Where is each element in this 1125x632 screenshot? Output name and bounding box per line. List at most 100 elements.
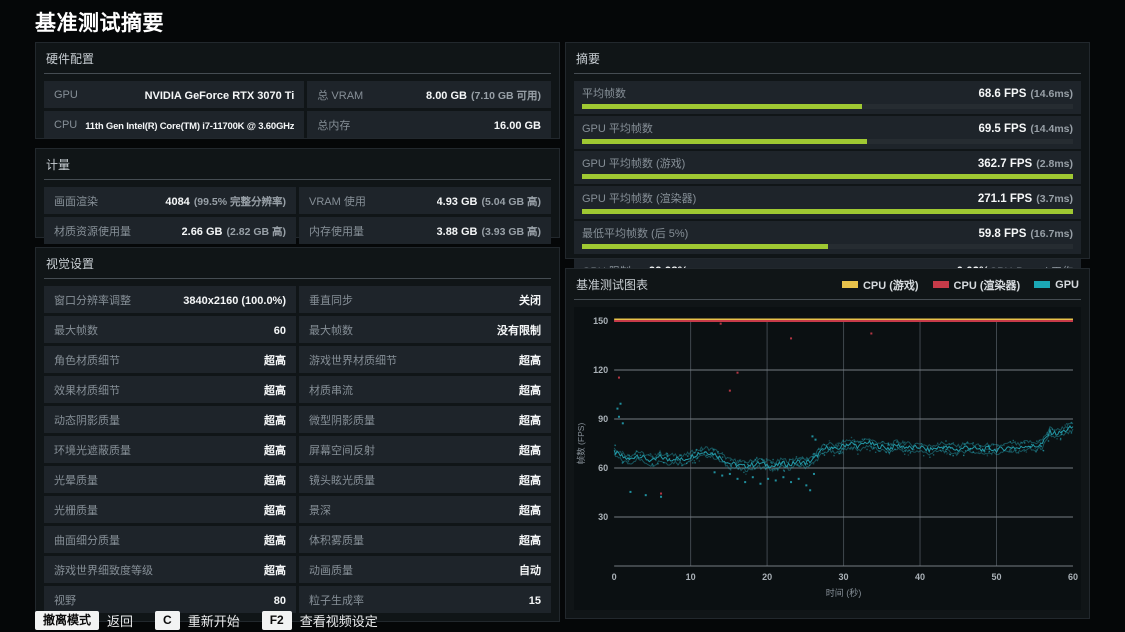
- svg-text:10: 10: [686, 572, 696, 582]
- setting-label: 内存使用量: [309, 225, 364, 238]
- legend-label: CPU (游戏): [862, 279, 919, 292]
- setting-value: 超高: [519, 414, 541, 427]
- summary-bar-fill: [582, 174, 1073, 179]
- metrics-panel: 计量 画面渲染 4084 (99.5% 完整分辨率) VRAM 使用 4.93 GB (5…: [35, 148, 560, 244]
- setting-value: NVIDIA GeForce RTX 3070 Ti: [144, 89, 295, 102]
- setting-cell: 窗口分辨率调整 3840x2160 (100.0%): [44, 286, 296, 313]
- svg-text:0: 0: [612, 572, 617, 582]
- svg-text:40: 40: [915, 572, 925, 582]
- summary-row-value: 271.1 FPS: [977, 193, 1033, 205]
- setting-value: 超高: [264, 384, 286, 397]
- summary-row-frametime: (16.7ms): [1030, 228, 1073, 240]
- setting-value: 11th Gen Intel(R) Core(TM) i7-11700K @ 3…: [85, 120, 295, 132]
- setting-cell: 动画质量 自动: [299, 556, 551, 583]
- setting-cell: 视野 80: [44, 586, 296, 613]
- hardware-cells: GPU NVIDIA GeForce RTX 3070 Ti 总 VRAM 8.00 …: [44, 81, 551, 138]
- setting-label: 光栅质量: [54, 504, 98, 517]
- setting-cell: 光栅质量 超高: [44, 496, 296, 523]
- legend-label: CPU (渲染器): [953, 279, 1021, 292]
- hardware-config-panel: 硬件配置 GPU NVIDIA GeForce RTX 3070 Ti 总 VRAM…: [35, 42, 560, 139]
- setting-value: 60: [273, 324, 286, 337]
- setting-label: 光晕质量: [54, 474, 98, 487]
- setting-cell: 总 VRAM 8.00 GB (7.10 GB 可用): [307, 81, 551, 108]
- chart-legend: CPU (游戏) CPU (渲染器) GPU: [841, 277, 1079, 293]
- summary-row-value: 59.8 FPS: [978, 228, 1027, 240]
- content-columns: 硬件配置 GPU NVIDIA GeForce RTX 3070 Ti 总 VRAM…: [0, 42, 1125, 622]
- legend-swatch: [932, 281, 949, 288]
- setting-value: 80: [273, 594, 286, 607]
- restart-keycap[interactable]: C: [155, 611, 180, 630]
- setting-label: 视野: [54, 594, 76, 607]
- summary-row-label: 平均帧数: [582, 88, 626, 100]
- restart-hotkey[interactable]: C 重新开始: [155, 611, 240, 630]
- setting-value: 超高: [519, 354, 541, 367]
- video-settings-keycap[interactable]: F2: [261, 611, 292, 630]
- setting-label: 材质资源使用量: [54, 225, 131, 238]
- legend-item: CPU (渲染器): [932, 277, 1021, 293]
- setting-cell: 游戏世界细致度等级 超高: [44, 556, 296, 583]
- back-hotkey[interactable]: 撤离模式 返回: [35, 611, 133, 630]
- setting-value: 超高: [264, 444, 286, 457]
- svg-text:30: 30: [839, 572, 849, 582]
- video-settings-hotkey[interactable]: F2 查看视频设定: [261, 611, 378, 630]
- benchmark-chart: 30 60 90 120 150 0 10 20 30 40 50 60 时间 (秒) 帧数 (FPS): [574, 307, 1081, 611]
- summary-bar-fill: [582, 209, 1073, 214]
- setting-value: 15: [528, 594, 541, 607]
- summary-bar-track: [582, 174, 1073, 179]
- setting-value: 2.66 GB: [181, 225, 223, 238]
- setting-value: 没有限制: [497, 324, 541, 337]
- setting-label: CPU: [54, 118, 78, 131]
- summary-bar-fill: [582, 104, 862, 109]
- setting-cell: CPU 11th Gen Intel(R) Core(TM) i7-11700K …: [44, 111, 305, 138]
- setting-value-note: (7.10 GB 可用): [470, 89, 541, 102]
- setting-cell: GPU NVIDIA GeForce RTX 3070 Ti: [44, 81, 305, 108]
- setting-cell: 材质资源使用量 2.66 GB (2.82 GB 高): [44, 217, 296, 244]
- setting-label: 游戏世界材质细节: [309, 354, 397, 367]
- summary-rows: 平均帧数 68.6 FPS (14.6ms) GPU 平均帧数 69.5 FPS (14.…: [574, 81, 1081, 254]
- visual-settings-cells: 窗口分辨率调整 3840x2160 (100.0%) 垂直同步 关闭 最大帧数 60 最大帧…: [44, 286, 551, 613]
- svg-text:30: 30: [598, 512, 608, 522]
- setting-value-note: (2.82 GB 高): [226, 225, 286, 238]
- setting-label: 屏幕空间反射: [309, 444, 375, 457]
- setting-label: GPU: [54, 88, 78, 101]
- setting-cell: 材质串流 超高: [299, 376, 551, 403]
- summary-row: 最低平均帧数 (后 5%) 59.8 FPS (16.7ms): [574, 221, 1081, 254]
- svg-text:60: 60: [1068, 572, 1078, 582]
- summary-row: GPU 平均帧数 (渲染器) 271.1 FPS (3.7ms): [574, 186, 1081, 219]
- setting-value: 超高: [519, 504, 541, 517]
- setting-value-note: (3.93 GB 高): [481, 225, 541, 238]
- setting-cell: 环境光遮蔽质量 超高: [44, 436, 296, 463]
- setting-cell: 屏幕空间反射 超高: [299, 436, 551, 463]
- setting-value: 4084: [165, 195, 190, 208]
- setting-value: 4.93 GB: [436, 195, 478, 208]
- setting-label: 微型阴影质量: [309, 414, 375, 427]
- summary-bar-track: [582, 244, 1073, 249]
- setting-cell: 最大帧数 没有限制: [299, 316, 551, 343]
- setting-cell: 粒子生成率 15: [299, 586, 551, 613]
- summary-row-frametime: (2.8ms): [1036, 158, 1073, 170]
- setting-label: 效果材质细节: [54, 384, 120, 397]
- setting-cell: 景深 超高: [299, 496, 551, 523]
- setting-value: 超高: [264, 564, 286, 577]
- summary-row: GPU 平均帧数 69.5 FPS (14.4ms): [574, 116, 1081, 149]
- summary-row-label: 最低平均帧数 (后 5%): [582, 228, 689, 240]
- summary-row-value: 69.5 FPS: [978, 123, 1027, 135]
- summary-bar-track: [582, 104, 1073, 109]
- setting-cell: 体积雾质量 超高: [299, 526, 551, 553]
- setting-cell: 总内存 16.00 GB: [307, 111, 551, 138]
- back-keycap[interactable]: 撤离模式: [35, 611, 100, 630]
- svg-text:120: 120: [593, 365, 608, 375]
- setting-label: 最大帧数: [54, 324, 98, 337]
- summary-bar-track: [582, 139, 1073, 144]
- legend-item: CPU (游戏): [841, 277, 919, 293]
- legend-swatch: [841, 281, 858, 288]
- setting-cell: 动态阴影质量 超高: [44, 406, 296, 433]
- summary-row-frametime: (3.7ms): [1036, 193, 1073, 205]
- setting-cell: 游戏世界材质细节 超高: [299, 346, 551, 373]
- legend-label: GPU: [1055, 278, 1079, 291]
- setting-label: 动画质量: [309, 564, 353, 577]
- y-axis-title: 帧数 (FPS): [576, 423, 586, 465]
- summary-row-label: GPU 平均帧数 (渲染器): [582, 193, 697, 205]
- svg-text:150: 150: [593, 316, 608, 326]
- benchmark-chart-svg: 30 60 90 120 150 0 10 20 30 40 50 60 时间 (秒) 帧数 (FPS): [574, 307, 1081, 611]
